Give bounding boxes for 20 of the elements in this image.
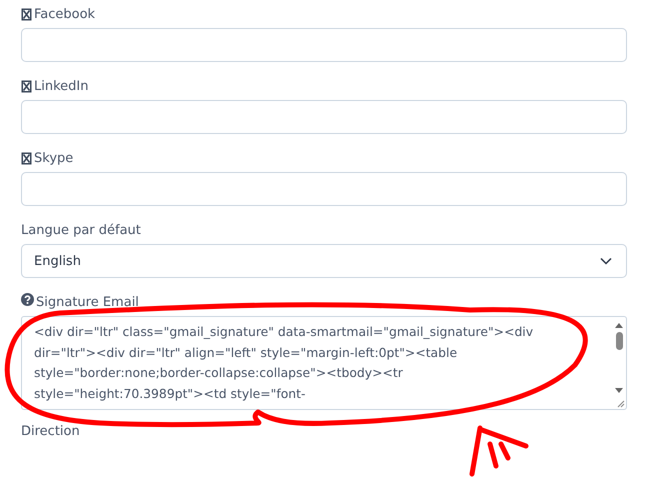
signature-field[interactable]: <div dir="ltr" class="gmail_signature" data-smartmail="gmail_signature"><div dir="ltr"><div dir="ltr" align="left" style="margin-left:0pt"><table style="border:none;border-collapse:collapse"><tbody><tr style="height:70.3989pt"><td style="font- [21,316,627,410]
input-field[interactable] [21,28,627,62]
field-label: Langue par défaut [21,222,141,238]
language-select[interactable]: English [21,244,627,278]
field-label: Direction [21,424,80,440]
input-field[interactable] [21,172,627,206]
chevron-down-icon [600,257,612,265]
scroll-up-icon[interactable] [614,321,624,329]
resize-grip-icon[interactable] [616,399,625,408]
help-icon[interactable] [21,292,34,306]
x-box-icon [21,80,32,92]
x-box-icon [21,152,32,164]
field-label: Facebook [34,6,96,22]
field-label: Skype [34,150,74,166]
scroll-thumb[interactable] [616,332,622,350]
field-label: LinkedIn [34,78,88,94]
field-label: Signature Email [36,294,139,310]
scroll-down-icon[interactable] [614,387,624,395]
input-field[interactable] [21,100,627,134]
x-box-icon [21,8,32,20]
